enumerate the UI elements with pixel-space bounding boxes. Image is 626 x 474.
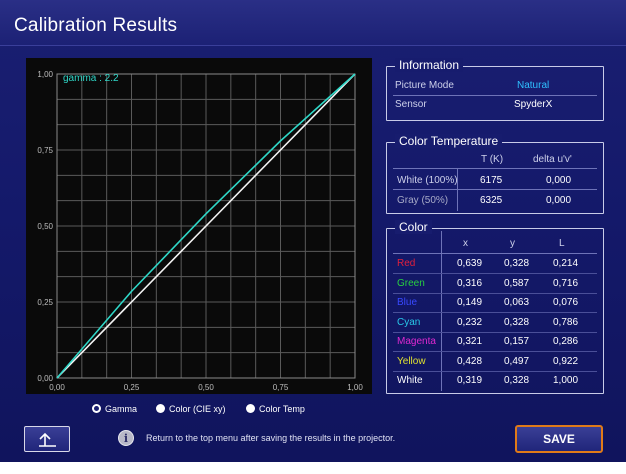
picture-mode-label: Picture Mode [395,80,454,91]
tab-color-cie[interactable]: Color (CIE xy) [156,404,226,414]
color-row-x: 0,639 [457,258,483,269]
ct-row-divider [393,189,597,190]
ct-header-t: T (K) [481,154,504,165]
color-row-divider [393,370,597,372]
color-row-label: White [397,375,423,386]
color-row-divider [393,331,597,333]
color-header-x: x [463,238,468,249]
tab-color-temp-label: Color Temp [259,404,305,414]
page-title: Calibration Results [14,15,178,36]
ct-row-label: White (100%) [397,175,458,186]
color-header-y: y [510,238,515,249]
picture-mode-value: Natural [517,80,550,91]
color-title: Color [395,220,432,234]
gamma-annotation: gamma : 2.2 [63,73,119,84]
color-row-label: Red [397,258,416,269]
gamma-chart: 0,00 0,25 0,50 0,75 1,00 0,00 0,25 0,50 0,75 1,00… [26,58,372,394]
radio-icon [246,404,255,413]
ct-header-delta: delta u'v' [533,154,572,165]
color-row-label: Cyan [397,316,421,328]
back-button[interactable] [24,426,70,452]
x-tick-label: 1,00 [347,383,363,392]
y-tick-label: 0,75 [37,146,53,155]
color-row-l: 0,922 [553,355,579,367]
x-tick-label: 0,00 [49,383,65,392]
color-row-label: Blue [397,297,418,308]
color-row-y: 0,063 [504,297,530,308]
save-button[interactable]: SAVE [515,425,603,453]
color-row-x: 0,319 [457,375,483,386]
color-row-y: 0,587 [504,277,530,289]
color-row-label: Green [397,277,425,289]
ct-row-t: 6175 [480,175,503,186]
color-row-label: Magenta [397,336,436,347]
information-title: Information [395,58,464,72]
sensor-label: Sensor [395,99,427,110]
color-row-l: 0,786 [553,316,579,328]
info-divider [393,95,597,96]
ct-row-delta: 0,000 [546,195,572,206]
ct-row-label: Gray (50%) [397,195,449,206]
tab-color-cie-label: Color (CIE xy) [169,404,226,414]
color-row-l: 0,286 [553,336,579,347]
ct-header-divider [393,168,597,169]
information-panel: Information Picture Mode Natural Sensor … [386,58,604,121]
color-row-l: 0,214 [553,258,579,269]
y-tick-label: 0,00 [37,374,53,383]
color-row-l: 0,076 [553,297,579,308]
color-row-y: 0,328 [504,375,530,386]
y-tick-label: 0,50 [37,222,53,231]
tab-color-temp[interactable]: Color Temp [246,404,305,414]
hint-text: Return to the top menu after saving the … [146,433,396,443]
color-col-divider [441,231,442,391]
color-header-l: L [559,238,565,249]
color-header-divider [393,253,597,254]
color-row-x: 0,149 [457,297,483,308]
color-row-divider [393,312,597,313]
color-row-divider [393,292,597,294]
y-tick-label: 0,25 [37,298,53,307]
color-temperature-panel: Color Temperature T (K) delta u'v' White… [386,134,604,214]
color-row-x: 0,428 [457,355,483,367]
color-row-divider [393,273,597,274]
color-row-l: 1,000 [553,375,579,386]
color-row-y: 0,157 [504,336,530,347]
color-row-y: 0,328 [504,258,530,269]
color-temperature-title: Color Temperature [395,134,503,148]
color-panel: Color x y L Red 0,639 0,328 0,214 Green 0,316… [386,220,604,394]
color-row-y: 0,497 [504,355,530,367]
info-icon: i [118,430,134,446]
color-row-x: 0,232 [457,316,483,328]
sensor-value: SpyderX [514,99,553,110]
radio-selected-icon [92,404,101,413]
y-tick-label: 1,00 [37,70,53,79]
x-tick-label: 0,50 [198,383,214,392]
color-row-y: 0,328 [504,316,530,328]
calibration-screen: Calibration Results 0,00 0,25 0,50 0,75 1,00… [0,0,626,474]
color-row-x: 0,321 [457,336,483,347]
x-tick-label: 0,25 [124,383,140,392]
ct-row-t: 6325 [480,195,503,206]
radio-icon [156,404,165,413]
ct-row-delta: 0,000 [546,175,572,186]
title-bar: Calibration Results [0,0,626,46]
color-row-divider [393,351,597,352]
return-arrow-icon [39,432,56,447]
bottom-strip [0,462,626,474]
gamma-chart-svg: 0,00 0,25 0,50 0,75 1,00 0,00 0,25 0,50 0,75 1,00 [37,70,363,392]
x-tick-label: 0,75 [273,383,289,392]
tab-gamma-label: Gamma [105,404,138,414]
color-row-l: 0,716 [553,277,579,289]
tab-gamma[interactable]: Gamma [92,404,137,414]
color-row-x: 0,316 [457,277,483,289]
color-row-label: Yellow [397,355,426,367]
